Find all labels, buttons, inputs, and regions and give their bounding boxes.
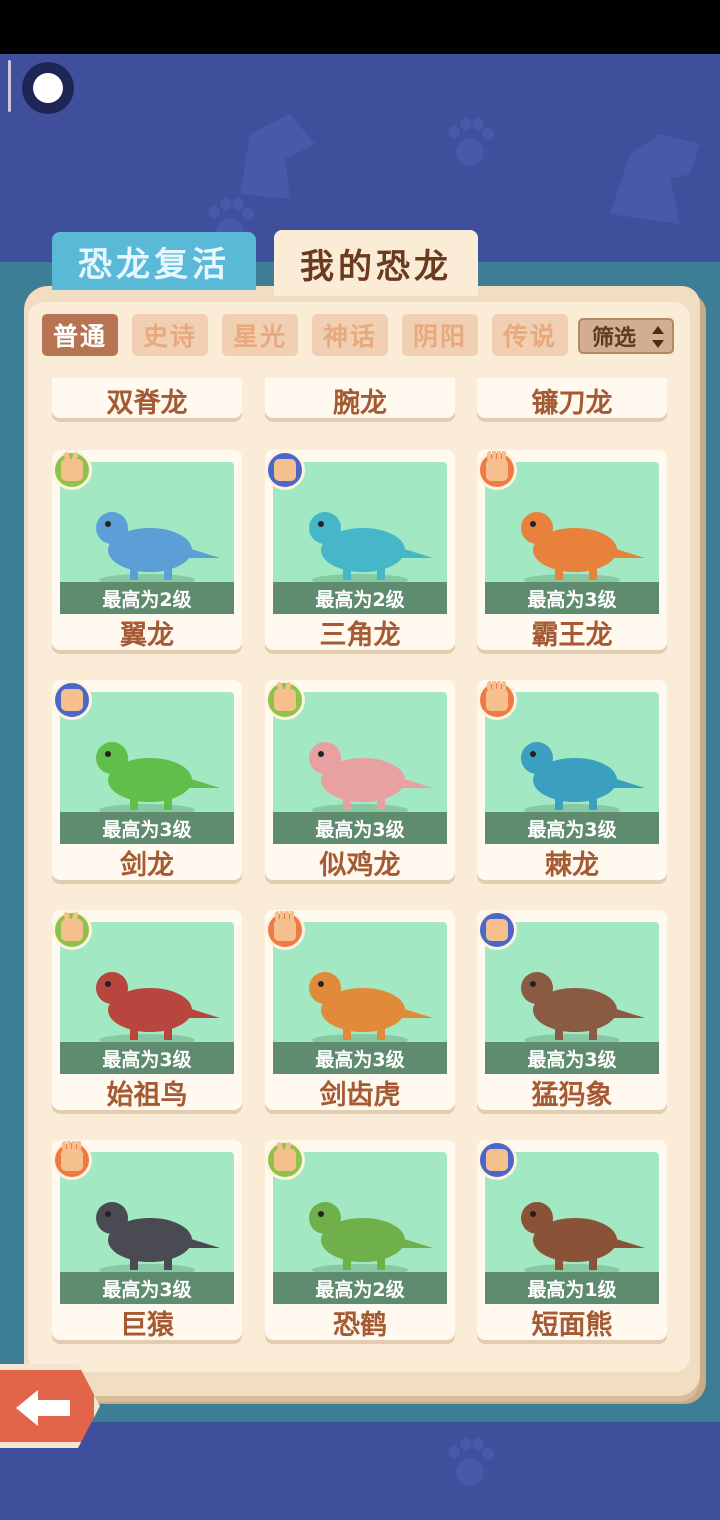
rock-badge-icon xyxy=(52,680,92,720)
hand-icon xyxy=(486,681,508,711)
scissors-badge-icon xyxy=(52,450,92,490)
hand-icon xyxy=(274,1149,296,1171)
paper-badge-icon xyxy=(52,1140,92,1180)
dino-name: 三角龙 xyxy=(319,619,401,651)
paw-icon xyxy=(448,1438,494,1486)
max-level-label: 最高为2级 xyxy=(273,1272,447,1304)
max-level-label: 最高为2级 xyxy=(60,582,234,614)
dino-card[interactable]: 最高为3级巨猿 xyxy=(52,1140,242,1341)
filter-dropdown-label: 筛选 xyxy=(592,325,637,351)
max-level-label: 最高为3级 xyxy=(485,812,659,844)
dino-name: 腕龙 xyxy=(333,387,387,419)
paper-badge-icon xyxy=(477,680,517,720)
tab-label: 我的恐龙 xyxy=(300,246,452,287)
max-level-label: 最高为3级 xyxy=(485,582,659,614)
filter-yinyang[interactable]: 阴阳 xyxy=(402,314,478,356)
hand-icon xyxy=(274,689,296,711)
rock-badge-icon xyxy=(477,910,517,950)
max-level-label: 最高为2级 xyxy=(273,582,447,614)
hand-icon xyxy=(61,919,83,941)
dino-card[interactable]: 最高为3级棘龙 xyxy=(477,680,667,881)
filter-dropdown[interactable]: 筛选 xyxy=(578,318,674,354)
sort-arrows-icon xyxy=(652,326,664,348)
dino-name: 似鸡龙 xyxy=(319,849,401,881)
filter-epic[interactable]: 史诗 xyxy=(132,314,208,356)
hand-icon xyxy=(486,451,508,481)
tab-dinosaur-revive[interactable]: 恐龙复活 xyxy=(52,232,256,290)
dino-card[interactable]: 最高为1级短面熊 xyxy=(477,1140,667,1341)
max-level-label: 最高为3级 xyxy=(273,812,447,844)
hand-icon xyxy=(486,1149,508,1171)
rock-badge-icon xyxy=(265,450,305,490)
paper-badge-icon xyxy=(265,910,305,950)
dino-card[interactable]: 最高为3级似鸡龙 xyxy=(265,680,455,881)
max-level-label: 最高为3级 xyxy=(485,1042,659,1074)
tab-label: 恐龙复活 xyxy=(78,244,230,285)
dino-card[interactable]: 腕龙 xyxy=(265,378,455,419)
dino-name: 巨猿 xyxy=(120,1309,174,1341)
filter-mythic[interactable]: 神话 xyxy=(312,314,388,356)
paper-badge-icon xyxy=(477,450,517,490)
dino-card[interactable]: 镰刀龙 xyxy=(477,378,667,419)
filter-common[interactable]: 普通 xyxy=(42,314,118,356)
hand-icon xyxy=(61,1141,83,1171)
dino-card[interactable]: 最高为3级始祖鸟 xyxy=(52,910,242,1111)
hand-icon xyxy=(61,459,83,481)
status-bar xyxy=(0,0,720,54)
hand-icon xyxy=(61,689,83,711)
dino-silhouette-icon xyxy=(610,134,700,224)
scissors-badge-icon xyxy=(265,680,305,720)
dino-card[interactable]: 最高为3级霸王龙 xyxy=(477,450,667,651)
dino-name: 猛犸象 xyxy=(531,1079,613,1111)
dino-name: 剑齿虎 xyxy=(319,1079,401,1111)
floating-assistant-button[interactable] xyxy=(22,62,74,114)
max-level-label: 最高为1级 xyxy=(485,1272,659,1304)
dino-name: 翼龙 xyxy=(120,619,174,651)
dino-name: 镰刀龙 xyxy=(531,387,613,419)
max-level-label: 最高为3级 xyxy=(60,1042,234,1074)
edge-indicator xyxy=(8,60,11,112)
scissors-badge-icon xyxy=(265,1140,305,1180)
rock-badge-icon xyxy=(477,1140,517,1180)
dino-name: 双脊龙 xyxy=(106,387,188,419)
dino-name: 霸王龙 xyxy=(531,619,613,651)
max-level-label: 最高为3级 xyxy=(60,812,234,844)
dino-card[interactable]: 最高为3级剑龙 xyxy=(52,680,242,881)
dino-card[interactable]: 双脊龙 xyxy=(52,378,242,419)
hand-icon xyxy=(274,911,296,941)
tab-my-dinosaurs[interactable]: 我的恐龙 xyxy=(274,230,478,296)
dino-name: 恐鹤 xyxy=(333,1309,387,1341)
hand-icon xyxy=(274,459,296,481)
dino-name: 棘龙 xyxy=(545,849,599,881)
hand-icon xyxy=(486,919,508,941)
dino-card[interactable]: 最高为2级翼龙 xyxy=(52,450,242,651)
max-level-label: 最高为3级 xyxy=(273,1042,447,1074)
dino-name: 剑龙 xyxy=(120,849,174,881)
dino-card[interactable]: 最高为2级恐鹤 xyxy=(265,1140,455,1341)
scissors-badge-icon xyxy=(52,910,92,950)
back-arrow-icon xyxy=(16,1390,70,1426)
dinosaur-grid[interactable]: 双脊龙 腕龙 镰刀龙 最高为2级 翼龙 最高为2级 三角龙 最高为3级 霸王龙 最高为3级剑… xyxy=(40,378,680,1348)
max-level-label: 最高为3级 xyxy=(60,1272,234,1304)
filter-starlight[interactable]: 星光 xyxy=(222,314,298,356)
dino-card[interactable]: 最高为2级三角龙 xyxy=(265,450,455,651)
dino-card[interactable]: 最高为3级猛犸象 xyxy=(477,910,667,1111)
dino-name: 短面熊 xyxy=(531,1309,613,1341)
dino-silhouette-icon xyxy=(240,114,315,199)
filter-legend[interactable]: 传说 xyxy=(492,314,568,356)
paw-icon xyxy=(448,118,494,166)
dino-card[interactable]: 最高为3级剑齿虎 xyxy=(265,910,455,1111)
dino-name: 始祖鸟 xyxy=(106,1079,188,1111)
